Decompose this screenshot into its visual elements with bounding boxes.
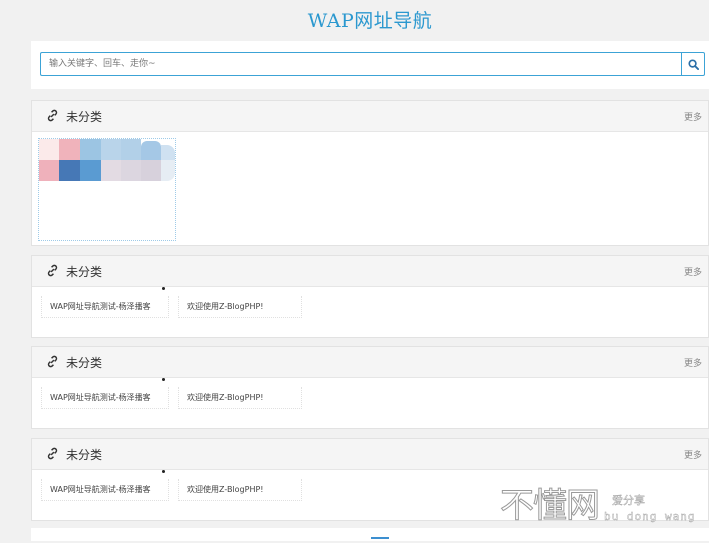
panel-title: 未分类 (66, 356, 103, 370)
site-link[interactable]: WAP网址导航测试-杨泽播客 (41, 479, 169, 501)
search-bar (31, 41, 709, 89)
panel-title: 未分类 (66, 448, 103, 462)
panel-header: 未分类 更多 (32, 101, 708, 132)
site-link[interactable]: 欢迎使用Z-BlogPHP! (178, 296, 302, 318)
link-icon (47, 264, 58, 277)
link-icon (47, 355, 58, 368)
blurred-image (39, 139, 181, 187)
link-icon (47, 109, 58, 122)
panel-title: 未分类 (66, 265, 103, 279)
watermark-top: 爱分享 (612, 494, 645, 507)
bullet-dot (162, 470, 165, 473)
site-title[interactable]: WAP网址导航 (31, 6, 709, 33)
search-input[interactable] (40, 52, 689, 76)
watermark: 不懂网 爱分享 bu dong wang (500, 487, 709, 531)
category-panel: 未分类 更多 (31, 100, 709, 246)
link-list: WAP网址导航测试-杨泽播客 欢迎使用Z-BlogPHP! (32, 378, 709, 417)
more-link[interactable]: 更多 (684, 356, 702, 369)
panel-header: 未分类 更多 (32, 439, 708, 470)
site-link[interactable]: 欢迎使用Z-BlogPHP! (178, 479, 302, 501)
site-link[interactable]: 欢迎使用Z-BlogPHP! (178, 387, 302, 409)
link-list: WAP网址导航测试-杨泽播客 欢迎使用Z-BlogPHP! (32, 287, 709, 326)
category-panel: 未分类 更多 WAP网址导航测试-杨泽播客 欢迎使用Z-BlogPHP! (31, 346, 709, 429)
search-icon (687, 58, 699, 70)
site-thumbnail[interactable] (38, 138, 176, 241)
more-link[interactable]: 更多 (684, 448, 702, 461)
category-panel: 未分类 更多 WAP网址导航测试-杨泽播客 欢迎使用Z-BlogPHP! (31, 255, 709, 338)
more-link[interactable]: 更多 (684, 110, 702, 123)
watermark-main: 不懂网 (500, 486, 601, 526)
site-link[interactable]: WAP网址导航测试-杨泽播客 (41, 296, 169, 318)
link-icon (47, 447, 58, 460)
watermark-bottom: bu dong wang (604, 510, 696, 523)
search-button[interactable] (681, 52, 705, 76)
bullet-dot (162, 378, 165, 381)
site-link[interactable]: WAP网址导航测试-杨泽播客 (41, 387, 169, 409)
panel-header: 未分类 更多 (32, 256, 708, 287)
bullet-dot (162, 287, 165, 290)
panel-title: 未分类 (66, 110, 103, 124)
more-link[interactable]: 更多 (684, 265, 702, 278)
footer-logo (371, 537, 389, 543)
page-container: WAP网址导航 未分类 更多 (31, 0, 709, 541)
panel-header: 未分类 更多 (32, 347, 708, 378)
